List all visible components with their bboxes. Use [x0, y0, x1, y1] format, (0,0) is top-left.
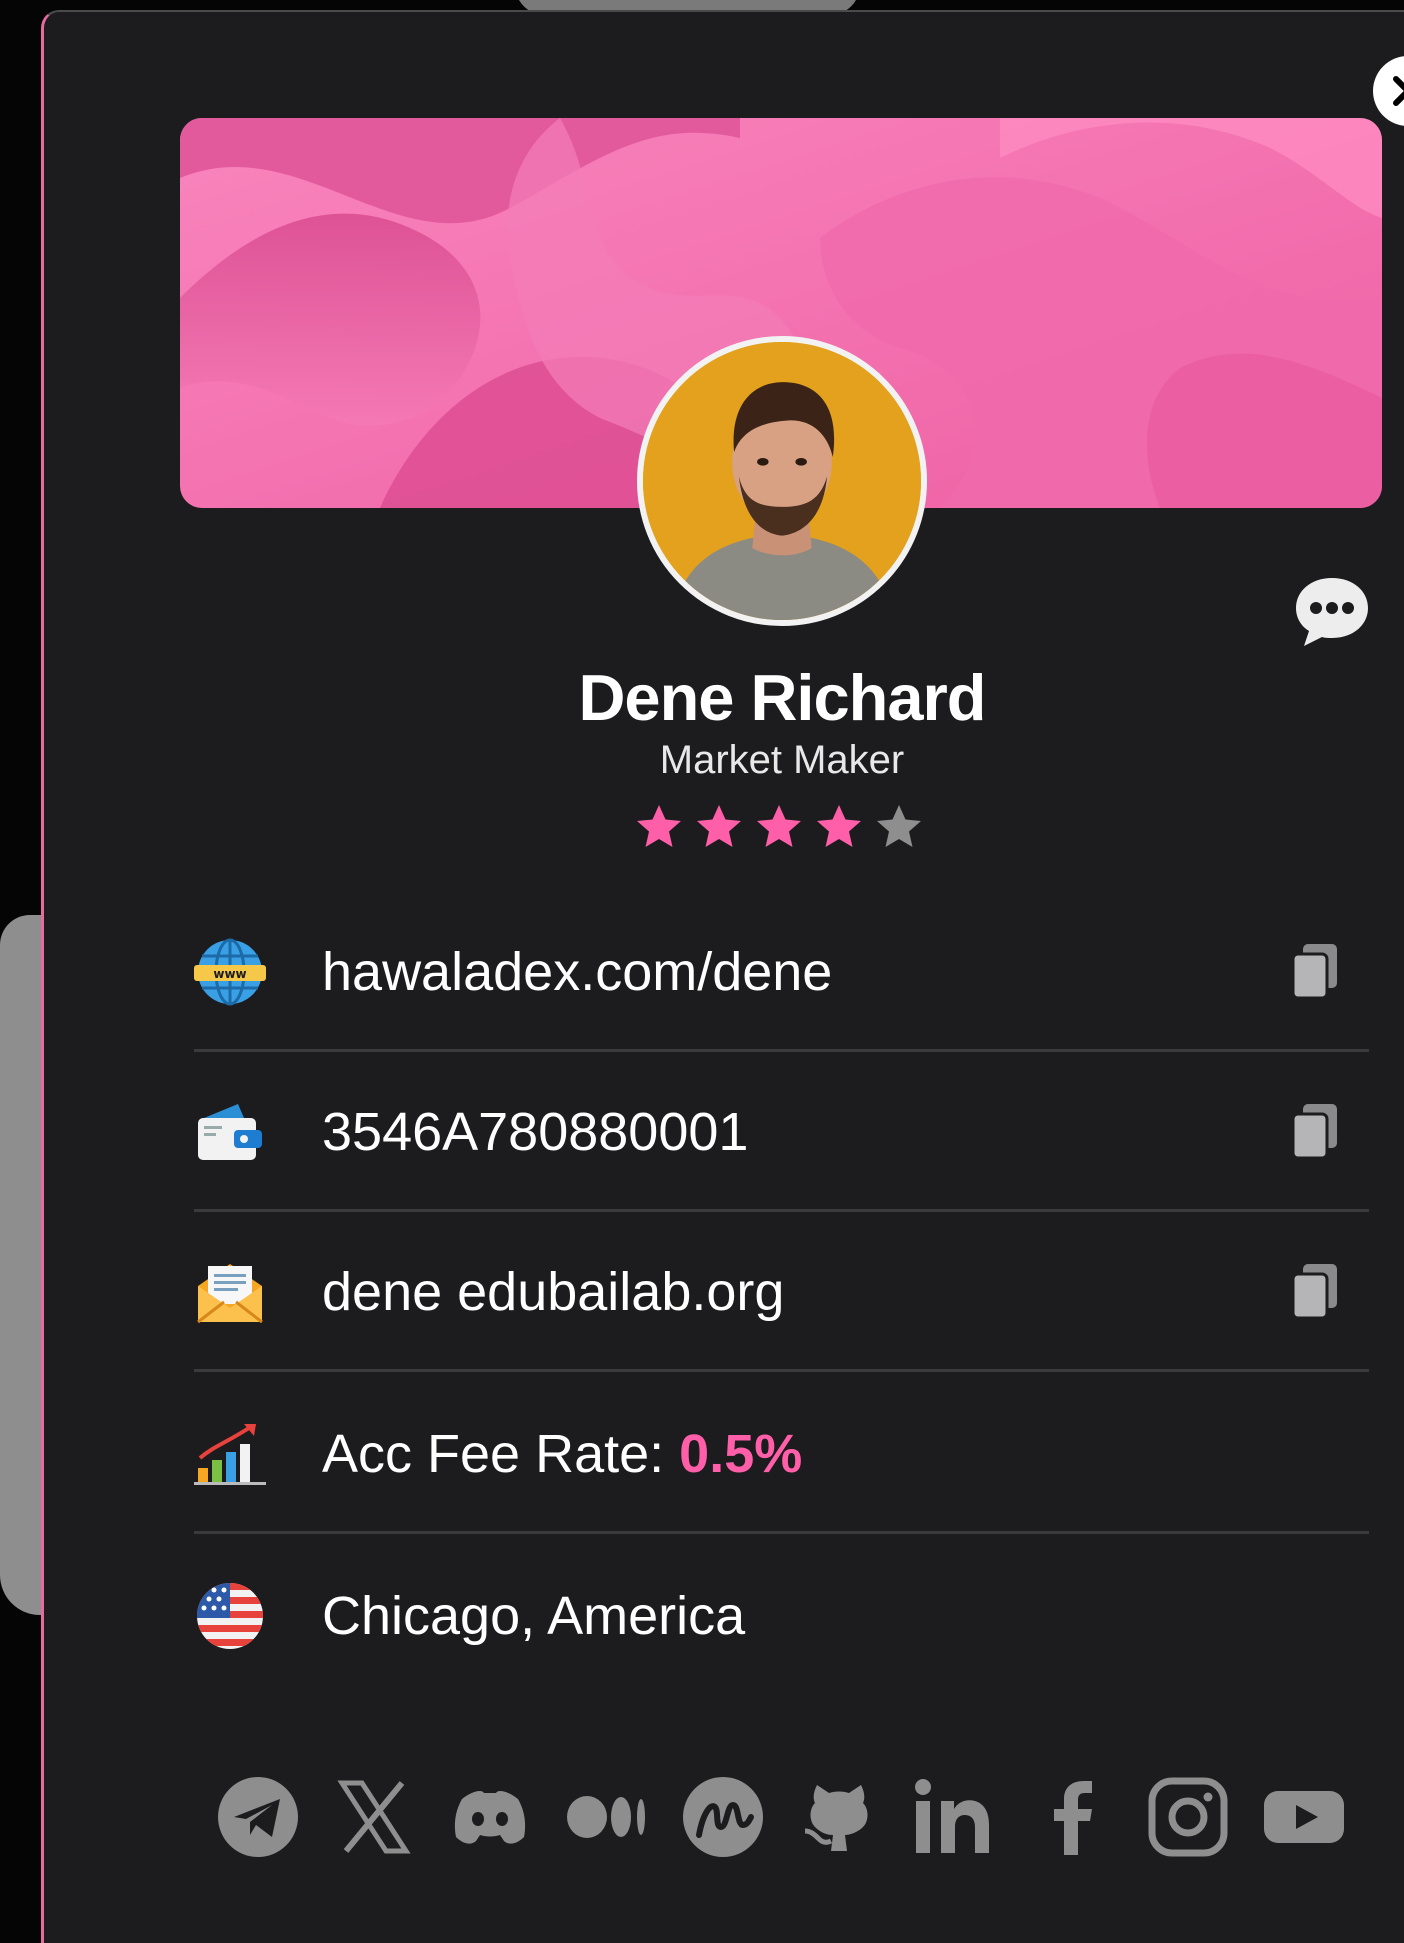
instagram-icon[interactable]	[1146, 1775, 1230, 1859]
info-row-fee: Acc Fee Rate: 0.5%	[194, 1374, 1369, 1534]
envelope-icon	[197, 1264, 263, 1324]
discord-icon[interactable]	[448, 1775, 532, 1859]
profile-modal: Dene Richard Market Maker www hawaladex.…	[41, 10, 1404, 1943]
row-divider	[194, 1369, 1369, 1372]
copy-icon[interactable]	[1291, 944, 1339, 1000]
close-button[interactable]	[1373, 56, 1404, 126]
x-icon[interactable]	[332, 1775, 416, 1859]
location-text: Chicago, America	[322, 1586, 746, 1646]
star-empty-icon	[877, 805, 921, 847]
star-filled-icon	[637, 805, 681, 847]
fee-rate-text: Acc Fee Rate: 0.5%	[322, 1423, 802, 1485]
github-icon[interactable]	[797, 1775, 881, 1859]
wallet-icon	[198, 1104, 262, 1160]
chat-bubble-icon[interactable]	[1292, 574, 1372, 650]
linkedin-icon[interactable]	[913, 1775, 997, 1859]
email-text: dene edubailab.org	[322, 1262, 785, 1322]
growth-chart-icon	[194, 1424, 266, 1485]
profile-name: Dene Richard	[578, 661, 986, 734]
info-row-website: www hawaladex.com/dene	[194, 892, 1369, 1052]
youtube-icon[interactable]	[1262, 1775, 1346, 1859]
facebook-icon[interactable]	[1030, 1775, 1114, 1859]
copy-icon[interactable]	[1291, 1104, 1339, 1160]
star-filled-icon	[697, 805, 741, 847]
copy-icon[interactable]	[1291, 1264, 1339, 1320]
coinmarketcap-icon[interactable]	[681, 1775, 765, 1859]
fee-rate-label: Acc Fee Rate:	[322, 1424, 680, 1484]
row-divider	[194, 1531, 1369, 1534]
star-filled-icon	[817, 805, 861, 847]
info-row-wallet: 3546A780880001	[194, 1052, 1369, 1212]
social-links	[216, 1772, 1346, 1862]
telegram-icon[interactable]	[216, 1775, 300, 1859]
star-filled-icon	[757, 805, 801, 847]
fee-rate-value: 0.5%	[679, 1424, 803, 1484]
website-text: hawaladex.com/dene	[322, 942, 833, 1002]
medium-icon[interactable]	[565, 1775, 649, 1859]
wallet-address-text: 3546A780880001	[322, 1102, 749, 1162]
svg-text:www: www	[213, 967, 246, 981]
info-row-email: dene edubailab.org	[194, 1212, 1369, 1372]
profile-role: Market Maker	[659, 738, 905, 782]
us-flag-icon	[197, 1583, 263, 1649]
close-icon	[1393, 76, 1404, 106]
globe-www-icon: www	[194, 938, 266, 1006]
avatar	[637, 336, 927, 626]
info-row-location: Chicago, America	[194, 1536, 1369, 1696]
star-rating	[634, 802, 924, 852]
